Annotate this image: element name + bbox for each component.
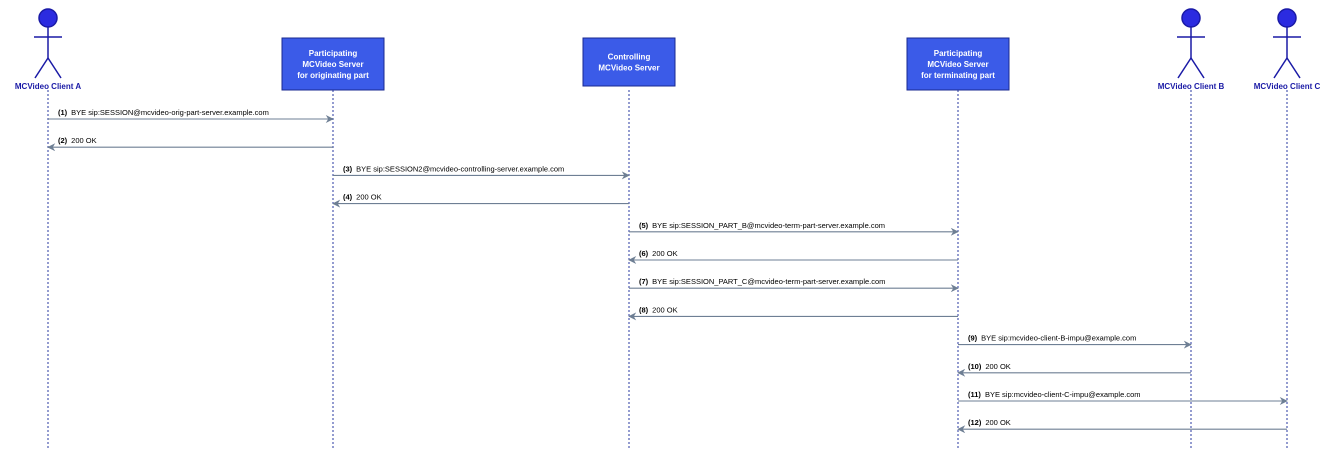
actor-label: MCVideo Client A — [15, 82, 81, 91]
message-number: (2) — [58, 136, 68, 145]
message-text: 200 OK — [985, 362, 1010, 371]
message-12: (12) 200 OK — [957, 418, 1287, 434]
message-text: BYE sip:SESSION@mcvideo-orig-part-server… — [71, 108, 269, 117]
participant-client-a: MCVideo Client A — [15, 8, 81, 91]
message-text: BYE sip:SESSION_PART_B@mcvideo-term-part… — [652, 221, 885, 230]
message-8: (8) 200 OK — [628, 305, 958, 321]
participant-client-b: MCVideo Client B — [1158, 8, 1225, 91]
participant-label-line: MCVideo Server — [598, 64, 659, 73]
message-number: (8) — [639, 305, 649, 314]
message-9: (9) BYE sip:mcvideo-client-B-impu@example… — [958, 334, 1192, 349]
message-label: (6) 200 OK — [639, 249, 678, 258]
message-text: 200 OK — [71, 136, 96, 145]
message-1: (1) BYE sip:SESSION@mcvideo-orig-part-ser… — [48, 108, 334, 123]
message-label: (8) 200 OK — [639, 305, 678, 314]
message-number: (3) — [343, 164, 353, 173]
message-text: 200 OK — [652, 249, 677, 258]
message-text: 200 OK — [356, 193, 381, 202]
message-6: (6) 200 OK — [628, 249, 958, 264]
participant-client-c: MCVideo Client C — [1254, 8, 1321, 91]
actor-icon — [1273, 8, 1301, 79]
actor-label: MCVideo Client C — [1254, 82, 1321, 91]
message-label: (5) BYE sip:SESSION_PART_B@mcvideo-term-p… — [639, 221, 885, 230]
participant-box — [582, 37, 676, 87]
message-number: (10) — [968, 362, 982, 371]
message-label: (3) BYE sip:SESSION2@mcvideo-controlling-… — [343, 164, 564, 173]
message-3: (3) BYE sip:SESSION2@mcvideo-controlling-… — [333, 164, 630, 180]
message-label: (10) 200 OK — [968, 362, 1011, 371]
participant-label-line: Participating — [309, 49, 358, 58]
message-text: BYE sip:SESSION2@mcvideo-controlling-ser… — [356, 164, 564, 173]
message-label: (12) 200 OK — [968, 418, 1011, 427]
message-text: 200 OK — [985, 418, 1010, 427]
message-4: (4) 200 OK — [332, 193, 629, 208]
message-2: (2) 200 OK — [47, 136, 333, 152]
message-10: (10) 200 OK — [957, 362, 1191, 377]
participant-orig-server: Participating MCVideo Server for originati… — [281, 37, 385, 91]
message-number: (6) — [639, 249, 649, 258]
message-number: (4) — [343, 193, 353, 202]
message-text: BYE sip:mcvideo-client-B-impu@example.co… — [981, 334, 1136, 343]
message-label: (4) 200 OK — [343, 193, 382, 202]
message-label: (7) BYE sip:SESSION_PART_C@mcvideo-term-p… — [639, 277, 885, 286]
message-number: (1) — [58, 108, 68, 117]
sequence-diagram: MCVideo Client A Participating MCVideo Ser… — [15, 8, 1321, 450]
message-11: (11) BYE sip:mcvideo-client-C-impu@exampl… — [958, 390, 1288, 405]
actor-icon — [1177, 8, 1205, 79]
participant-label-line: Controlling — [608, 53, 651, 62]
participant-term-server: Participating MCVideo Server for terminati… — [906, 37, 1010, 91]
participant-label-line: MCVideo Server — [302, 60, 363, 69]
participant-label-line: for terminating part — [921, 71, 995, 80]
message-7: (7) BYE sip:SESSION_PART_C@mcvideo-term-p… — [629, 277, 959, 293]
message-text: BYE sip:SESSION_PART_C@mcvideo-term-part… — [652, 277, 885, 286]
message-text: 200 OK — [652, 305, 677, 314]
message-5: (5) BYE sip:SESSION_PART_B@mcvideo-term-p… — [629, 221, 959, 236]
participant-label-line: Participating — [934, 49, 983, 58]
message-number: (11) — [968, 390, 981, 399]
message-label: (11) BYE sip:mcvideo-client-C-impu@exampl… — [968, 390, 1141, 399]
message-text: BYE sip:mcvideo-client-C-impu@example.co… — [985, 390, 1141, 399]
actor-icon — [34, 8, 62, 79]
participant-ctrl-server: Controlling MCVideo Server — [582, 37, 676, 87]
message-label: (1) BYE sip:SESSION@mcvideo-orig-part-ser… — [58, 108, 269, 117]
message-label: (9) BYE sip:mcvideo-client-B-impu@example… — [968, 334, 1136, 343]
participant-label-line: for originating part — [297, 71, 369, 80]
participant-label-line: MCVideo Server — [927, 60, 988, 69]
message-number: (9) — [968, 334, 978, 343]
message-number: (12) — [968, 418, 982, 427]
actor-label: MCVideo Client B — [1158, 82, 1225, 91]
message-number: (7) — [639, 277, 649, 286]
message-number: (5) — [639, 221, 649, 230]
message-label: (2) 200 OK — [58, 136, 97, 145]
